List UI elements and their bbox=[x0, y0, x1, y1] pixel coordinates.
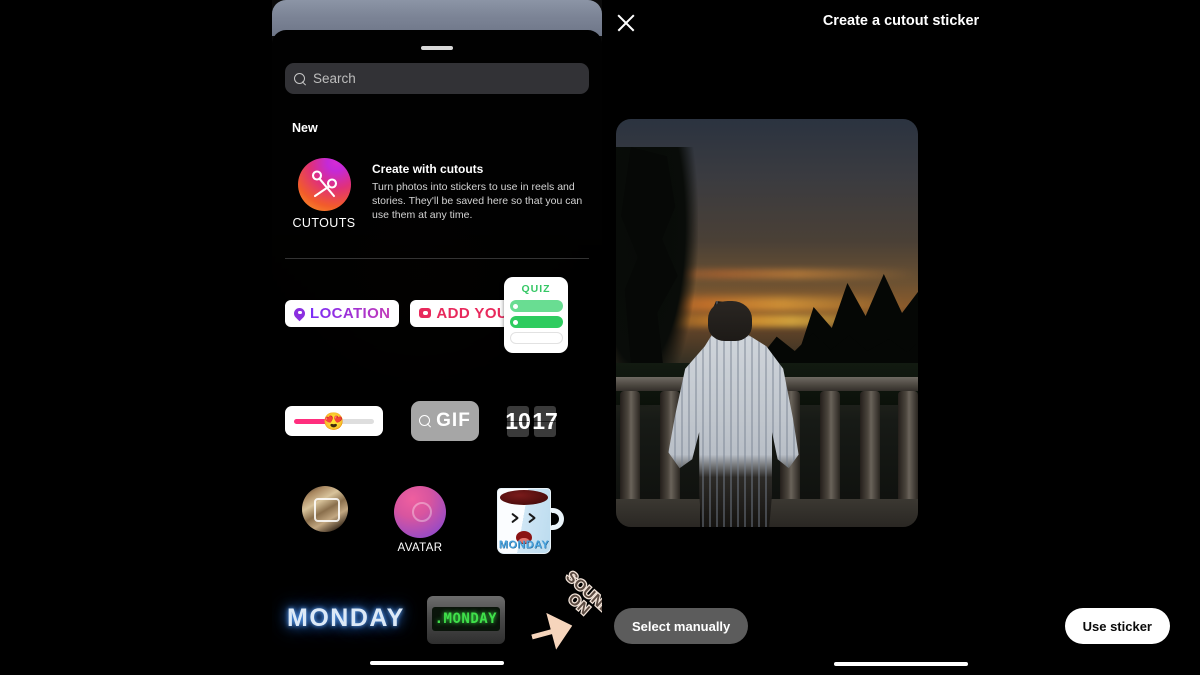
home-indicator bbox=[834, 662, 968, 666]
search-icon bbox=[294, 72, 306, 85]
cursor-arrow-icon bbox=[527, 607, 577, 655]
baluster bbox=[898, 391, 918, 501]
mug-eye-right bbox=[527, 514, 538, 523]
cutouts-promo-title: Create with cutouts bbox=[372, 162, 484, 176]
editor-actions: Select manually Use sticker bbox=[602, 608, 1200, 648]
baluster bbox=[860, 391, 880, 501]
time-minutes-value: 17 bbox=[532, 405, 558, 437]
avatar-sticker[interactable]: AVATAR bbox=[394, 486, 446, 554]
cutouts-scissors-icon bbox=[297, 158, 351, 211]
sticker-row-2: 😍 GIF 10 17 bbox=[272, 400, 602, 442]
coffee-surface bbox=[500, 490, 548, 505]
slider-sticker[interactable]: 😍 bbox=[285, 406, 383, 436]
time-sticker[interactable]: 10 17 bbox=[505, 405, 558, 437]
cutouts-caption: CUTOUTS bbox=[292, 216, 356, 230]
cutouts-promo-body: Turn photos into stickers to use in reel… bbox=[372, 181, 583, 221]
photo-sticker[interactable] bbox=[302, 486, 348, 532]
baluster bbox=[820, 391, 840, 501]
baluster bbox=[620, 391, 640, 501]
use-sticker-button[interactable]: Use sticker bbox=[1064, 608, 1170, 644]
monday-neon-sticker[interactable]: MONDAY bbox=[287, 604, 405, 633]
select-manually-button[interactable]: Select manually bbox=[614, 608, 749, 644]
clock-radio-display: .MONDAY bbox=[431, 607, 500, 631]
gif-sticker-label: GIF bbox=[436, 410, 471, 431]
avatar-sticker-label: AVATAR bbox=[397, 542, 443, 554]
monday-mug-sticker-label: MONDAY bbox=[498, 539, 550, 551]
cutouts-tile[interactable]: CUTOUTS bbox=[290, 158, 358, 230]
quiz-option-3 bbox=[509, 332, 563, 344]
time-minutes: 17 bbox=[532, 405, 558, 437]
screen-root: Search New CUTOUTS Create with cutouts T… bbox=[0, 0, 1200, 675]
person-cutout-selection[interactable] bbox=[660, 301, 800, 527]
home-indicator bbox=[370, 661, 504, 665]
editor-title: Create a cutout sticker bbox=[822, 13, 980, 29]
cutout-editor-panel: Create a cutout sticker Select manually … bbox=[602, 0, 1200, 675]
location-sticker-label: LOCATION bbox=[310, 304, 391, 322]
editor-header: Create a cutout sticker bbox=[602, 0, 1200, 45]
cutouts-promo-card[interactable]: CUTOUTS Create with cutouts Turn photos … bbox=[290, 158, 590, 230]
avatar-icon bbox=[394, 486, 446, 538]
sticker-row-4: MONDAY .MONDAY SOUND ON bbox=[272, 567, 602, 670]
time-hours: 10 bbox=[505, 405, 531, 437]
camera-icon bbox=[419, 308, 432, 318]
photo-preview[interactable] bbox=[616, 119, 918, 527]
time-hours-value: 10 bbox=[505, 405, 531, 437]
mug-eye-left bbox=[510, 514, 521, 523]
quiz-sticker[interactable]: QUIZ bbox=[504, 277, 568, 353]
search-placeholder: Search bbox=[313, 71, 356, 86]
gif-sticker[interactable]: GIF bbox=[411, 401, 479, 441]
sticker-row-3: AVATAR MONDAY bbox=[272, 486, 602, 566]
map-pin-icon bbox=[294, 308, 305, 319]
sheet-grabber-handle[interactable] bbox=[421, 46, 453, 50]
monday-clock-radio-sticker[interactable]: .MONDAY bbox=[426, 596, 505, 644]
slider-emoji: 😍 bbox=[323, 411, 345, 431]
search-input[interactable]: Search bbox=[285, 63, 589, 94]
section-divider bbox=[285, 258, 589, 259]
section-title-new: New bbox=[292, 121, 318, 135]
quiz-sticker-label: QUIZ bbox=[521, 283, 551, 295]
monday-mug-sticker[interactable]: MONDAY bbox=[492, 486, 566, 556]
person-head bbox=[708, 301, 752, 341]
sound-on-sticker[interactable]: SOUND ON bbox=[527, 567, 602, 662]
sticker-tray-panel: Search New CUTOUTS Create with cutouts T… bbox=[272, 0, 602, 675]
quiz-option-1 bbox=[509, 300, 563, 312]
location-sticker[interactable]: LOCATION bbox=[285, 299, 400, 327]
cutouts-promo-text: Create with cutouts Turn photos into sti… bbox=[372, 158, 590, 230]
quiz-option-2 bbox=[509, 316, 563, 328]
search-icon bbox=[419, 415, 431, 427]
